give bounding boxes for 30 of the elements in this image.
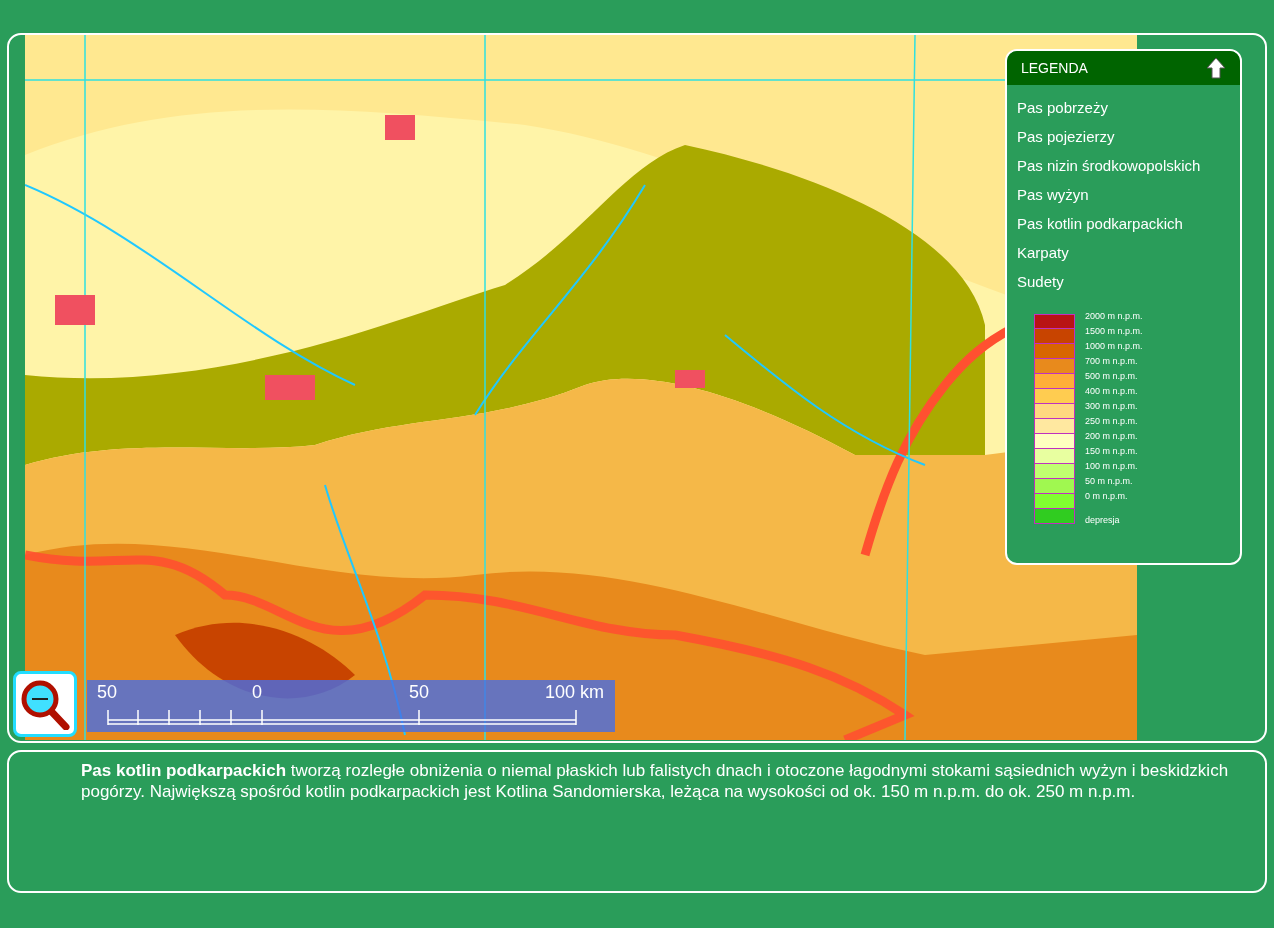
scale-label: 100 km: [545, 682, 605, 702]
elevation-label: 400 m n.p.m.: [1085, 386, 1139, 397]
elevation-label: 0 m n.p.m.: [1085, 491, 1129, 502]
elevation-label: 300 m n.p.m.: [1085, 401, 1139, 412]
legend-link[interactable]: Sudety: [1007, 267, 1240, 296]
elevation-label: 150 m n.p.m.: [1085, 446, 1139, 457]
depression-label: depresja: [1085, 515, 1121, 526]
zoom-out-button[interactable]: [13, 671, 77, 737]
magnifier-minus-icon: [20, 678, 70, 730]
legend-link[interactable]: Pas pobrzeży: [1007, 93, 1240, 122]
legend-link[interactable]: Pas pojezierzy: [1007, 122, 1240, 151]
legend-link[interactable]: Pas wyżyn: [1007, 180, 1240, 209]
scale-label: 50: [409, 682, 430, 702]
scale-label: 50: [97, 682, 118, 702]
up-arrow-icon[interactable]: [1206, 57, 1226, 79]
elevation-label: 2000 m n.p.m.: [1085, 311, 1144, 322]
legend-link[interactable]: Pas nizin środkowopolskich: [1007, 151, 1240, 180]
elevation-label: 200 m n.p.m.: [1085, 431, 1139, 442]
legend-title: LEGENDA: [1021, 58, 1088, 78]
elevation-label: 50 m n.p.m.: [1085, 476, 1134, 487]
elevation-label: 250 m n.p.m.: [1085, 416, 1139, 427]
scale-label: 0: [252, 682, 262, 702]
elevation-label: 700 m n.p.m.: [1085, 356, 1139, 367]
legend-link[interactable]: Pas kotlin podkarpackich: [1007, 209, 1240, 238]
legend-link[interactable]: Karpaty: [1007, 238, 1240, 267]
description-text: Pas kotlin podkarpackich tworzą rozległe obniżenia o niemal płaskich lub falistych dnach i otoczone łagodnymi stokami sąsiednich wyżyn i beskidzkich pogórzy. Największą spośród kotlin podkarpackich jest Kotlina Sandomierska, leżąca na wysokości od ok. 150 m n.p.m. do ok. 250 m n.p.m.: [81, 760, 1230, 802]
elevation-label: 1000 m n.p.m.: [1085, 341, 1144, 352]
elevation-label: 1500 m n.p.m.: [1085, 326, 1144, 337]
elevation-label: 100 m n.p.m.: [1085, 461, 1139, 472]
elevation-label: 500 m n.p.m.: [1085, 371, 1139, 382]
